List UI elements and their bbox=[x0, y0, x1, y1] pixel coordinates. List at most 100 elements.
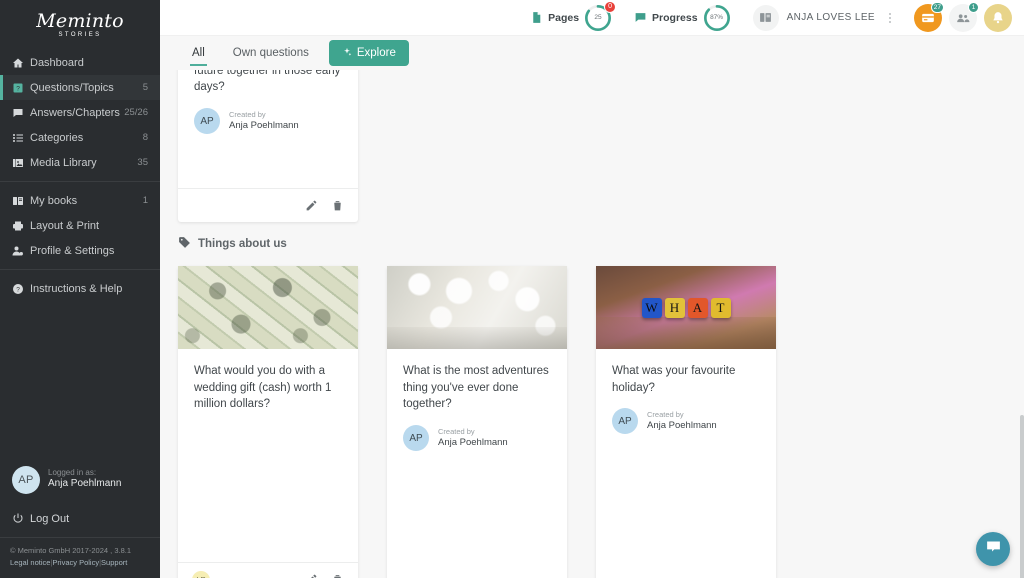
progress-stat[interactable]: Progress 87% bbox=[634, 4, 731, 32]
progress-value: 87% bbox=[710, 14, 724, 21]
sidebar-item-count: 5 bbox=[142, 82, 148, 93]
tab-label: Own questions bbox=[232, 47, 309, 59]
creator-name: Anja Poehlmann bbox=[647, 420, 717, 432]
sidebar-divider bbox=[0, 269, 160, 270]
sparkle-icon bbox=[342, 47, 352, 60]
avatar: AP bbox=[12, 465, 40, 494]
pages-alert-badge: 0 bbox=[604, 0, 617, 13]
legal-notice-link[interactable]: Legal notice bbox=[10, 558, 50, 567]
sidebar-item-dashboard[interactable]: Dashboard bbox=[0, 50, 160, 75]
collaborators-badge: 1 bbox=[968, 1, 979, 13]
sidebar-item-label: Answers/Chapters bbox=[30, 106, 120, 119]
tab-own-questions[interactable]: Own questions bbox=[219, 36, 323, 70]
svg-text:?: ? bbox=[16, 85, 20, 92]
vertical-scrollbar[interactable] bbox=[1020, 415, 1024, 578]
sidebar-item-label: Media Library bbox=[30, 156, 97, 169]
sidebar-item-answers-chapters[interactable]: Answers/Chapters 25/26 bbox=[0, 100, 160, 125]
top-bar: Pages 25 0 Progress 87% ANJA LOVES LEE 2… bbox=[160, 0, 1024, 36]
sidebar-item-label: Layout & Print bbox=[30, 219, 100, 232]
question-card-partial[interactable]: What was your vision for a future togeth… bbox=[178, 70, 358, 222]
avatar: AP bbox=[403, 425, 429, 452]
image-icon bbox=[12, 157, 30, 169]
chat-support-button[interactable] bbox=[976, 532, 1010, 566]
logged-in-label: Logged in as: bbox=[48, 468, 97, 478]
pages-label: Pages bbox=[548, 11, 580, 24]
card-footer: LP bbox=[178, 562, 358, 578]
tab-all[interactable]: All bbox=[178, 36, 219, 70]
status-badge: LP bbox=[192, 570, 210, 578]
sidebar-user[interactable]: AP Logged in as: Anja Poehlmann bbox=[0, 456, 160, 506]
subscription-card-button[interactable]: 27 bbox=[914, 1, 944, 32]
book-selector[interactable]: ANJA LOVES LEE bbox=[752, 4, 897, 31]
sidebar-item-questions-topics[interactable]: ? Questions/Topics 5 bbox=[0, 75, 160, 100]
app-root: Meminto STORIES Dashboard ? Questions/To… bbox=[0, 0, 1024, 578]
logout-label: Log Out bbox=[30, 513, 70, 525]
sidebar-item-profile-settings[interactable]: Profile & Settings bbox=[0, 238, 160, 263]
book-icon bbox=[752, 4, 779, 31]
book-menu-icon[interactable] bbox=[883, 11, 897, 25]
question-card[interactable]: What would you do with a wedding gift (c… bbox=[178, 266, 358, 578]
list-icon bbox=[12, 132, 30, 144]
creator-name: Anja Poehlmann bbox=[438, 436, 508, 448]
copyright-text: © Meminto GmbH 2017-2024 , 3.8.1 bbox=[10, 545, 132, 555]
question-card[interactable]: What is the most adventures thing you've… bbox=[387, 266, 567, 578]
letter-block: H bbox=[664, 297, 685, 318]
sidebar-item-categories[interactable]: Categories 8 bbox=[0, 125, 160, 150]
progress-ring: 87% bbox=[703, 4, 731, 32]
notifications-button[interactable] bbox=[984, 3, 1012, 32]
sidebar-item-label: Instructions & Help bbox=[30, 282, 123, 295]
pencil-icon[interactable] bbox=[305, 199, 318, 212]
sidebar-item-label: Dashboard bbox=[30, 56, 84, 69]
card-footer bbox=[178, 188, 358, 222]
section-header-things-about-us: Things about us bbox=[178, 236, 287, 252]
chat-box-icon bbox=[634, 11, 647, 24]
card-creator: AP Created by Anja Poehlmann bbox=[596, 396, 776, 435]
privacy-policy-link[interactable]: Privacy Policy bbox=[52, 558, 99, 567]
question-text: What is the most adventures thing you've… bbox=[403, 365, 549, 411]
tab-label: All bbox=[192, 47, 205, 59]
trash-icon[interactable] bbox=[331, 199, 344, 212]
power-icon bbox=[12, 512, 30, 527]
main-area: Pages 25 0 Progress 87% ANJA LOVES LEE 2… bbox=[160, 0, 1024, 578]
support-link[interactable]: Support bbox=[101, 558, 127, 567]
question-text: What was your vision for a future togeth… bbox=[194, 70, 341, 94]
pencil-icon[interactable] bbox=[305, 573, 318, 578]
logged-in-user-name: Anja Poehlmann bbox=[48, 478, 122, 490]
sidebar-footer: AP Logged in as: Anja Poehlmann Log Out … bbox=[0, 456, 160, 578]
sidebar-item-layout-print[interactable]: Layout & Print bbox=[0, 213, 160, 238]
sidebar-item-count: 8 bbox=[142, 132, 148, 143]
avatar: AP bbox=[194, 108, 220, 135]
card-image-bokeh bbox=[387, 266, 567, 349]
tag-icon bbox=[178, 236, 191, 252]
section-title: Things about us bbox=[198, 238, 287, 250]
sidebar-item-count: 1 bbox=[142, 195, 148, 206]
sidebar-item-label: Questions/Topics bbox=[30, 81, 114, 94]
collaborators-button[interactable]: 1 bbox=[949, 1, 979, 32]
sidebar-item-label: Profile & Settings bbox=[30, 244, 115, 257]
sidebar-item-media-library[interactable]: Media Library 35 bbox=[0, 150, 160, 175]
created-by-label: Created by bbox=[229, 109, 266, 119]
book-title: ANJA LOVES LEE bbox=[786, 12, 875, 23]
pages-stat[interactable]: Pages 25 0 bbox=[530, 0, 617, 32]
brand-logo[interactable]: Meminto STORIES bbox=[0, 0, 160, 45]
card-creator: AP Created by Anja Poehlmann bbox=[178, 96, 358, 135]
explore-button[interactable]: Explore bbox=[328, 40, 409, 66]
sidebar-item-instructions-help[interactable]: ? Instructions & Help bbox=[0, 276, 160, 301]
sidebar-item-label: Categories bbox=[30, 131, 84, 144]
page-icon bbox=[530, 11, 543, 24]
creator-name: Anja Poehlmann bbox=[229, 119, 299, 131]
printer-icon bbox=[12, 220, 30, 232]
user-gear-icon bbox=[12, 245, 30, 257]
card-image-what-blocks: W H A T bbox=[596, 266, 776, 349]
chat-box-icon bbox=[12, 107, 30, 119]
sidebar-item-my-books[interactable]: My books 1 bbox=[0, 188, 160, 213]
created-by-label: Created by bbox=[438, 426, 475, 436]
question-text: What would you do with a wedding gift (c… bbox=[194, 365, 332, 411]
question-card[interactable]: W H A T What was your favourite holiday?… bbox=[596, 266, 776, 578]
logout-button[interactable]: Log Out bbox=[0, 506, 160, 537]
chat-bubble-icon bbox=[985, 538, 1002, 560]
letter-block: A bbox=[687, 297, 708, 318]
trash-icon[interactable] bbox=[331, 573, 344, 578]
help-icon: ? bbox=[12, 283, 30, 295]
question-text: What was your favourite holiday? bbox=[612, 365, 736, 394]
